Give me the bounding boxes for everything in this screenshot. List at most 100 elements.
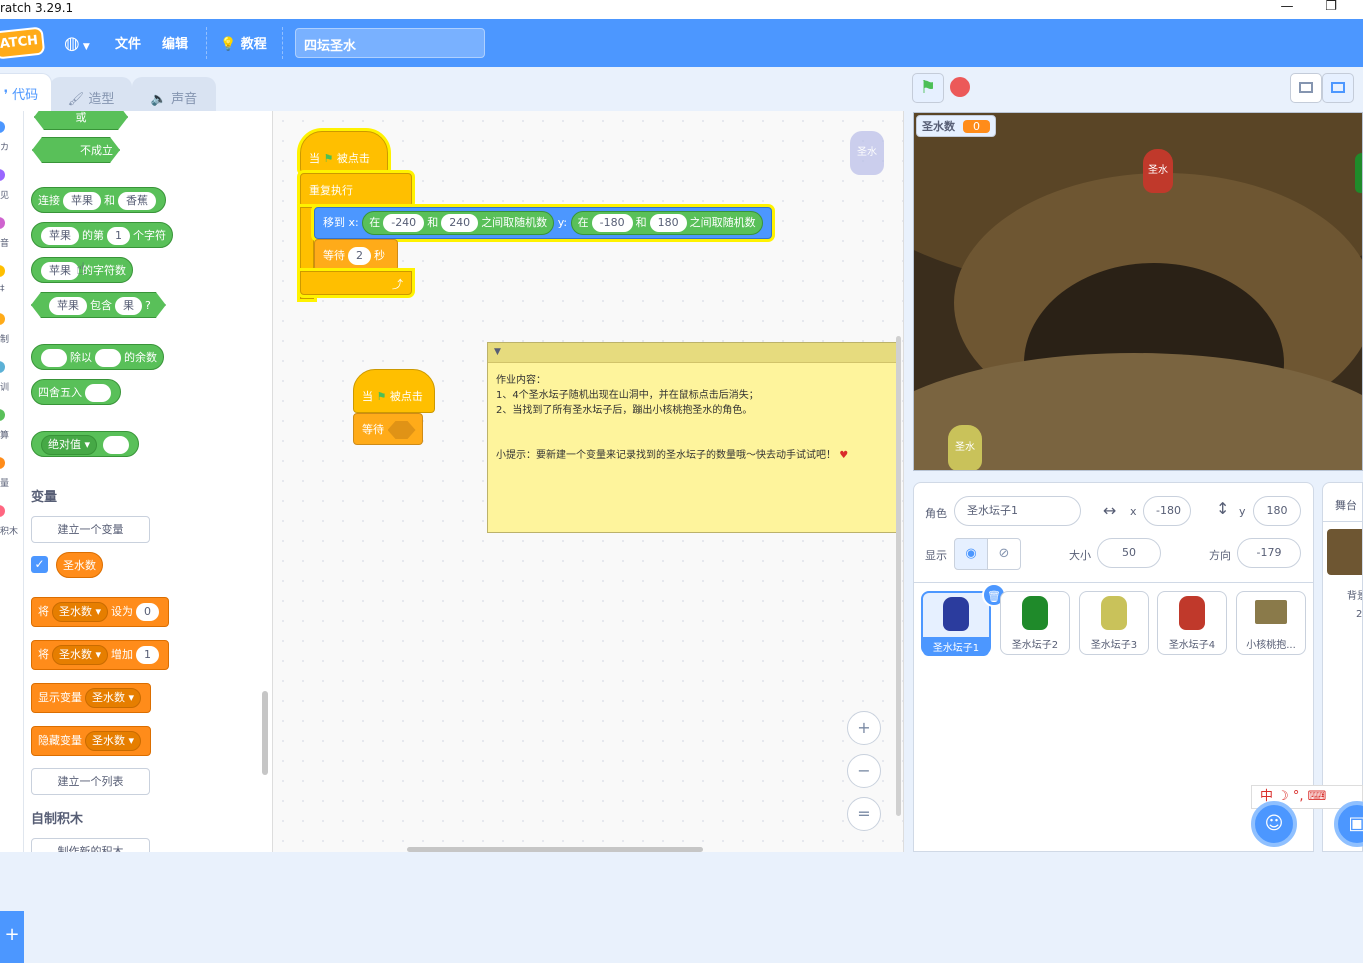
x-input[interactable]: -180 — [1143, 496, 1191, 526]
mod-input-a[interactable] — [41, 349, 67, 367]
letter-of-block[interactable]: 苹果 的第 1 个字符 — [31, 222, 173, 248]
make-block-button[interactable]: 制作新的积木 — [31, 838, 150, 852]
when-flag-clicked-hat[interactable]: 当 ⚑ 被点击 — [300, 131, 388, 173]
round-block[interactable]: 四舍五入 — [31, 379, 121, 405]
abs-input[interactable] — [103, 436, 130, 454]
tutorials-menu[interactable]: 💡 教程 — [220, 33, 267, 52]
y-to-input[interactable]: 180 — [649, 214, 687, 232]
comment-body[interactable]: 作业内容： 1、4个圣水坛子随机出现在山洞中，并在鼠标点击后消失； 2、当找到了… — [488, 363, 898, 473]
sprite-name-input[interactable]: 圣水坛子1 — [954, 496, 1081, 526]
wait-until-label: 等待 — [362, 423, 384, 436]
stop-button[interactable] — [944, 73, 976, 103]
palette-scrollbar[interactable] — [262, 691, 268, 775]
tab-code[interactable]: ❜ 代码 — [0, 73, 52, 111]
set-var-dropdown[interactable]: 圣水数 ▾ — [52, 602, 109, 622]
mod-input-b[interactable] — [95, 349, 121, 367]
contains-input-b[interactable]: 果 — [115, 297, 142, 315]
not-block[interactable]: 不成立 — [32, 137, 120, 163]
edit-menu[interactable]: 编辑 — [162, 33, 188, 52]
letter-index-input[interactable]: 1 — [107, 227, 130, 245]
tab-costumes[interactable]: 🖌 造型 — [50, 77, 132, 111]
tab-sounds[interactable]: 🔈 声音 — [132, 77, 216, 111]
boolean-slot[interactable] — [388, 421, 416, 439]
contains-input-a[interactable]: 苹果 — [49, 297, 87, 315]
collapse-icon[interactable]: ▼ — [494, 347, 501, 357]
sprite-tile-5[interactable]: 小核桃抱... — [1236, 591, 1306, 655]
size-input[interactable]: 50 — [1097, 538, 1161, 568]
zoom-reset-button[interactable]: = — [847, 797, 881, 831]
x-to-input[interactable]: 240 — [441, 214, 479, 232]
sprite-tile-4[interactable]: 圣水坛子4 — [1157, 591, 1227, 655]
goto-xy-block[interactable]: 移到 x: 在 -240 和 240 之间取随机数 y: 在 -180 和 180 之间取随机数 — [314, 207, 772, 239]
contains-block[interactable]: 苹果 包含果? — [31, 292, 166, 318]
scratch-logo[interactable]: ATCH — [0, 26, 46, 60]
round-input[interactable] — [85, 384, 111, 402]
backdrop-thumbnail[interactable] — [1327, 529, 1362, 575]
small-stage-icon — [1299, 82, 1313, 93]
green-jar-sprite[interactable] — [1355, 153, 1362, 193]
join-block[interactable]: 连接 苹果和香蕉 — [31, 187, 166, 213]
stage[interactable]: 圣水数 0 圣水 圣水 — [913, 112, 1363, 471]
letter-of-input[interactable]: 苹果 — [41, 227, 79, 245]
comment-header[interactable]: ▼ — [488, 343, 898, 363]
project-title-input[interactable]: 四坛圣水 — [295, 28, 485, 58]
set-value-input[interactable]: 0 — [136, 603, 160, 621]
random-and-label: 和 — [635, 216, 647, 229]
hide-variable-block[interactable]: 隐藏变量 圣水数 ▾ — [31, 726, 152, 756]
minimize-button[interactable]: — — [1272, 0, 1302, 19]
restore-button[interactable]: ❐ — [1316, 0, 1346, 19]
hide-var-dropdown[interactable]: 圣水数 ▾ — [85, 731, 142, 751]
join-input-b[interactable]: 香蕉 — [118, 192, 156, 210]
set-variable-block[interactable]: 将圣水数 ▾ 设为 0 — [31, 597, 170, 627]
show-variable-block[interactable]: 显示变量 圣水数 ▾ — [31, 683, 152, 713]
length-input[interactable]: 苹果 — [41, 262, 79, 280]
math-op-dropdown[interactable]: 绝对值 ▾ — [41, 435, 98, 455]
hat-when-label: 当 — [362, 390, 373, 403]
hide-sprite-button[interactable]: ⊘ — [987, 538, 1021, 570]
variable-checkbox[interactable]: ✓ — [31, 556, 48, 573]
join-input-a[interactable]: 苹果 — [63, 192, 101, 210]
variable-monitor[interactable]: 圣水数 0 — [916, 115, 996, 137]
direction-input[interactable]: -179 — [1237, 538, 1301, 568]
sprite-tile-1[interactable]: 圣水坛子1 🗑 — [921, 583, 1006, 656]
change-value-input[interactable]: 1 — [136, 646, 160, 664]
zoom-in-button[interactable]: + — [847, 711, 881, 745]
script-vertical-scrollbar[interactable] — [896, 336, 901, 816]
mod-block[interactable]: 除以 的余数 — [31, 344, 164, 370]
show-var-dropdown[interactable]: 圣水数 ▾ — [85, 688, 142, 708]
abs-block[interactable]: 绝对值 ▾ — [31, 431, 140, 457]
category-label: 见 — [0, 191, 10, 201]
file-menu[interactable]: 文件 — [115, 33, 141, 52]
wait-seconds-input[interactable]: 2 — [348, 247, 371, 265]
green-flag-button[interactable]: ⚑ — [912, 73, 944, 103]
random-x-block[interactable]: 在 -240 和 240 之间取随机数 — [362, 211, 555, 235]
zoom-out-button[interactable]: − — [847, 754, 881, 788]
yellow-jar-sprite[interactable]: 圣水 — [948, 425, 982, 470]
script-horizontal-scrollbar[interactable] — [407, 847, 703, 852]
y-from-input[interactable]: -180 — [591, 214, 633, 232]
or-block[interactable]: 或 — [34, 111, 128, 130]
sprite-tile-3[interactable]: 圣水坛子3 — [1079, 591, 1149, 655]
change-variable-block[interactable]: 将圣水数 ▾ 增加 1 — [31, 640, 170, 670]
make-variable-button[interactable]: 建立一个变量 — [31, 516, 150, 543]
show-sprite-button[interactable]: ◉ — [954, 538, 988, 570]
x-from-input[interactable]: -240 — [383, 214, 425, 232]
wait-block[interactable]: 等待 2 秒 — [314, 239, 398, 271]
change-var-dropdown[interactable]: 圣水数 ▾ — [52, 645, 109, 665]
script-area[interactable]: 圣水 当 ⚑ 被点击 重复执行 移到 x: 在 -240 和 240 之间取随机数 y:… — [273, 111, 904, 852]
when-flag-clicked-hat-2[interactable]: 当 ⚑ 被点击 — [353, 369, 435, 413]
sprite-tile-2[interactable]: 圣水坛子2 — [1000, 591, 1070, 655]
language-menu[interactable]: ◍ ▼ — [64, 33, 90, 54]
add-extension-button[interactable]: + — [0, 911, 24, 963]
small-stage-button[interactable] — [1290, 73, 1322, 103]
wait-until-block[interactable]: 等待 — [353, 413, 423, 445]
random-y-block[interactable]: 在 -180 和 180 之间取随机数 — [570, 211, 763, 235]
script-comment[interactable]: ▼ 作业内容： 1、4个圣水坛子随机出现在山洞中，并在鼠标点击后消失； 2、当找… — [487, 342, 899, 533]
forever-block[interactable]: 重复执行 — [300, 173, 412, 207]
red-jar-sprite[interactable]: 圣水 — [1143, 149, 1173, 193]
add-sprite-button[interactable]: ☺ — [1251, 801, 1297, 847]
make-list-button[interactable]: 建立一个列表 — [31, 768, 150, 795]
large-stage-button[interactable] — [1322, 73, 1354, 103]
y-input[interactable]: 180 — [1253, 496, 1301, 526]
variable-reporter[interactable]: 圣水数 — [56, 552, 103, 578]
